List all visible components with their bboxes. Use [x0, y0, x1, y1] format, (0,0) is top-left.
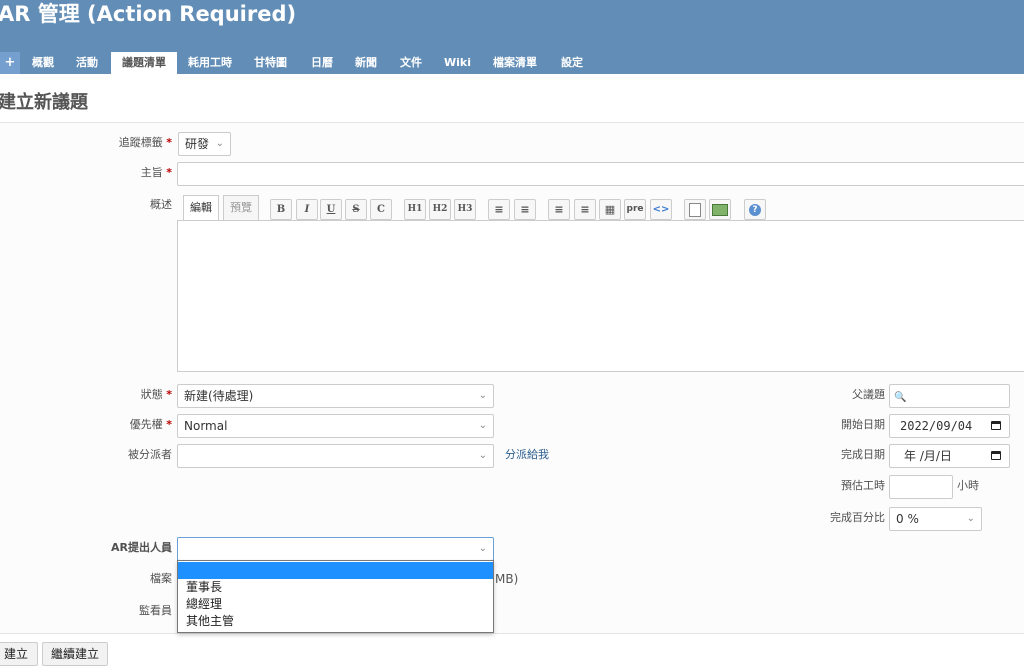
tab-issues[interactable]: 議題清單 — [111, 52, 177, 74]
tab-calendar[interactable]: 日曆 — [311, 52, 333, 74]
done-ratio-label: 完成百分比 — [830, 511, 885, 524]
watchers-label: 監看員 — [139, 604, 172, 617]
link-button[interactable] — [684, 199, 706, 220]
tab-overview[interactable]: 概觀 — [32, 52, 54, 74]
dropdown-option[interactable] — [178, 562, 493, 579]
inline-code-button[interactable]: C — [370, 199, 392, 220]
max-file-size-note: MB) — [495, 572, 519, 586]
tab-preview[interactable]: 預覽 — [223, 195, 259, 221]
estimated-hours-input[interactable] — [889, 475, 953, 499]
dropdown-option[interactable]: 董事長 — [178, 579, 493, 596]
assignee-label: 被分派者 — [128, 448, 172, 461]
due-date-input[interactable]: 年 /月/日 — [889, 444, 1010, 468]
status-select[interactable]: 新建(待處理) ⌄ — [177, 384, 494, 408]
create-button[interactable]: 建立 — [0, 642, 38, 666]
calendar-icon — [991, 451, 1001, 460]
link-icon — [689, 203, 701, 217]
heading3-button[interactable]: H3 — [454, 199, 476, 220]
tab-activity[interactable]: 活動 — [76, 52, 98, 74]
description-textarea[interactable] — [177, 220, 1024, 372]
parent-issue-input[interactable]: 🔍 — [889, 384, 1010, 408]
code-highlight-button[interactable]: <> — [650, 199, 672, 220]
unquote-icon: ≡ — [580, 203, 590, 216]
tab-edit[interactable]: 編輯 — [183, 195, 219, 221]
image-button[interactable] — [709, 199, 731, 220]
ar-requester-select[interactable]: ⌄ — [177, 537, 494, 561]
dropdown-option[interactable]: 總經理 — [178, 596, 493, 613]
tab-gantt[interactable]: 甘特圖 — [254, 52, 287, 74]
files-label: 檔案 — [150, 572, 172, 585]
parent-issue-label: 父議題 — [852, 388, 885, 401]
italic-button[interactable]: I — [296, 199, 318, 220]
code-brackets-icon: <> — [652, 204, 670, 215]
ar-requester-dropdown: 董事長 總經理 其他主管 — [177, 560, 494, 633]
ordered-list-button[interactable]: ≡ — [514, 199, 536, 220]
table-button[interactable]: ▦ — [599, 199, 621, 220]
bold-button[interactable]: B — [270, 199, 292, 220]
tab-news[interactable]: 新聞 — [355, 52, 377, 74]
image-icon — [712, 204, 728, 216]
help-button[interactable]: ? — [744, 199, 766, 220]
heading2-button[interactable]: H2 — [429, 199, 451, 220]
project-header: AR 管理 (Action Required) + 概觀 活動 議題清單 耗用工… — [0, 0, 1024, 74]
due-date-label: 完成日期 — [841, 448, 885, 461]
page-title: 建立新議題 — [0, 92, 88, 113]
assignee-select[interactable]: ⌄ — [177, 444, 494, 468]
quote-button[interactable]: ≡ — [548, 199, 570, 220]
unordered-list-icon: ≡ — [494, 203, 504, 216]
status-label: 狀態 * — [140, 388, 172, 401]
underline-button[interactable]: U — [320, 199, 342, 220]
tab-settings[interactable]: 設定 — [561, 52, 583, 74]
tab-wiki[interactable]: Wiki — [444, 52, 471, 74]
preformatted-button[interactable]: pre — [624, 199, 646, 220]
subject-input[interactable] — [177, 162, 1024, 186]
start-date-input[interactable]: 2022/09/04 — [889, 414, 1010, 438]
chevron-down-icon: ⌄ — [966, 513, 975, 524]
assign-to-me-link[interactable]: 分派給我 — [505, 444, 549, 466]
table-icon: ▦ — [604, 203, 616, 216]
dropdown-option[interactable]: 其他主管 — [178, 613, 493, 630]
unordered-list-button[interactable]: ≡ — [488, 199, 510, 220]
subject-label: 主旨 * — [140, 166, 172, 179]
unquote-button[interactable]: ≡ — [574, 199, 596, 220]
priority-label: 優先權 * — [129, 418, 172, 431]
new-object-button[interactable]: + — [0, 52, 20, 74]
tab-time-entries[interactable]: 耗用工時 — [188, 52, 232, 74]
estimated-hours-label: 預估工時 — [841, 479, 885, 492]
start-date-label: 開始日期 — [841, 418, 885, 431]
create-and-continue-button[interactable]: 繼續建立 — [42, 642, 108, 666]
project-title: AR 管理 (Action Required) — [0, 2, 297, 26]
chevron-down-icon: ⌄ — [478, 543, 487, 554]
tab-documents[interactable]: 文件 — [400, 52, 422, 74]
chevron-down-icon: ⌄ — [478, 390, 487, 401]
heading1-button[interactable]: H1 — [404, 199, 426, 220]
ordered-list-icon: ≡ — [520, 203, 530, 216]
tracker-select[interactable]: 研發 ⌄ — [178, 132, 231, 156]
chevron-down-icon: ⌄ — [478, 450, 487, 461]
hours-unit: 小時 — [957, 479, 979, 492]
calendar-icon — [991, 421, 1001, 430]
chevron-down-icon: ⌄ — [478, 420, 487, 431]
quote-icon: ≡ — [554, 203, 564, 216]
description-label: 概述 — [150, 198, 172, 211]
ar-requester-label: AR提出人員 — [111, 541, 172, 554]
search-icon: 🔍 — [894, 392, 907, 403]
priority-select[interactable]: Normal ⌄ — [177, 414, 494, 438]
tab-files[interactable]: 檔案清單 — [493, 52, 537, 74]
chevron-down-icon: ⌄ — [215, 138, 224, 149]
done-ratio-select[interactable]: 0 % ⌄ — [889, 507, 982, 531]
tracker-label: 追蹤標籤 * — [118, 136, 172, 149]
strikethrough-button[interactable]: S — [345, 199, 367, 220]
help-icon: ? — [749, 204, 761, 216]
